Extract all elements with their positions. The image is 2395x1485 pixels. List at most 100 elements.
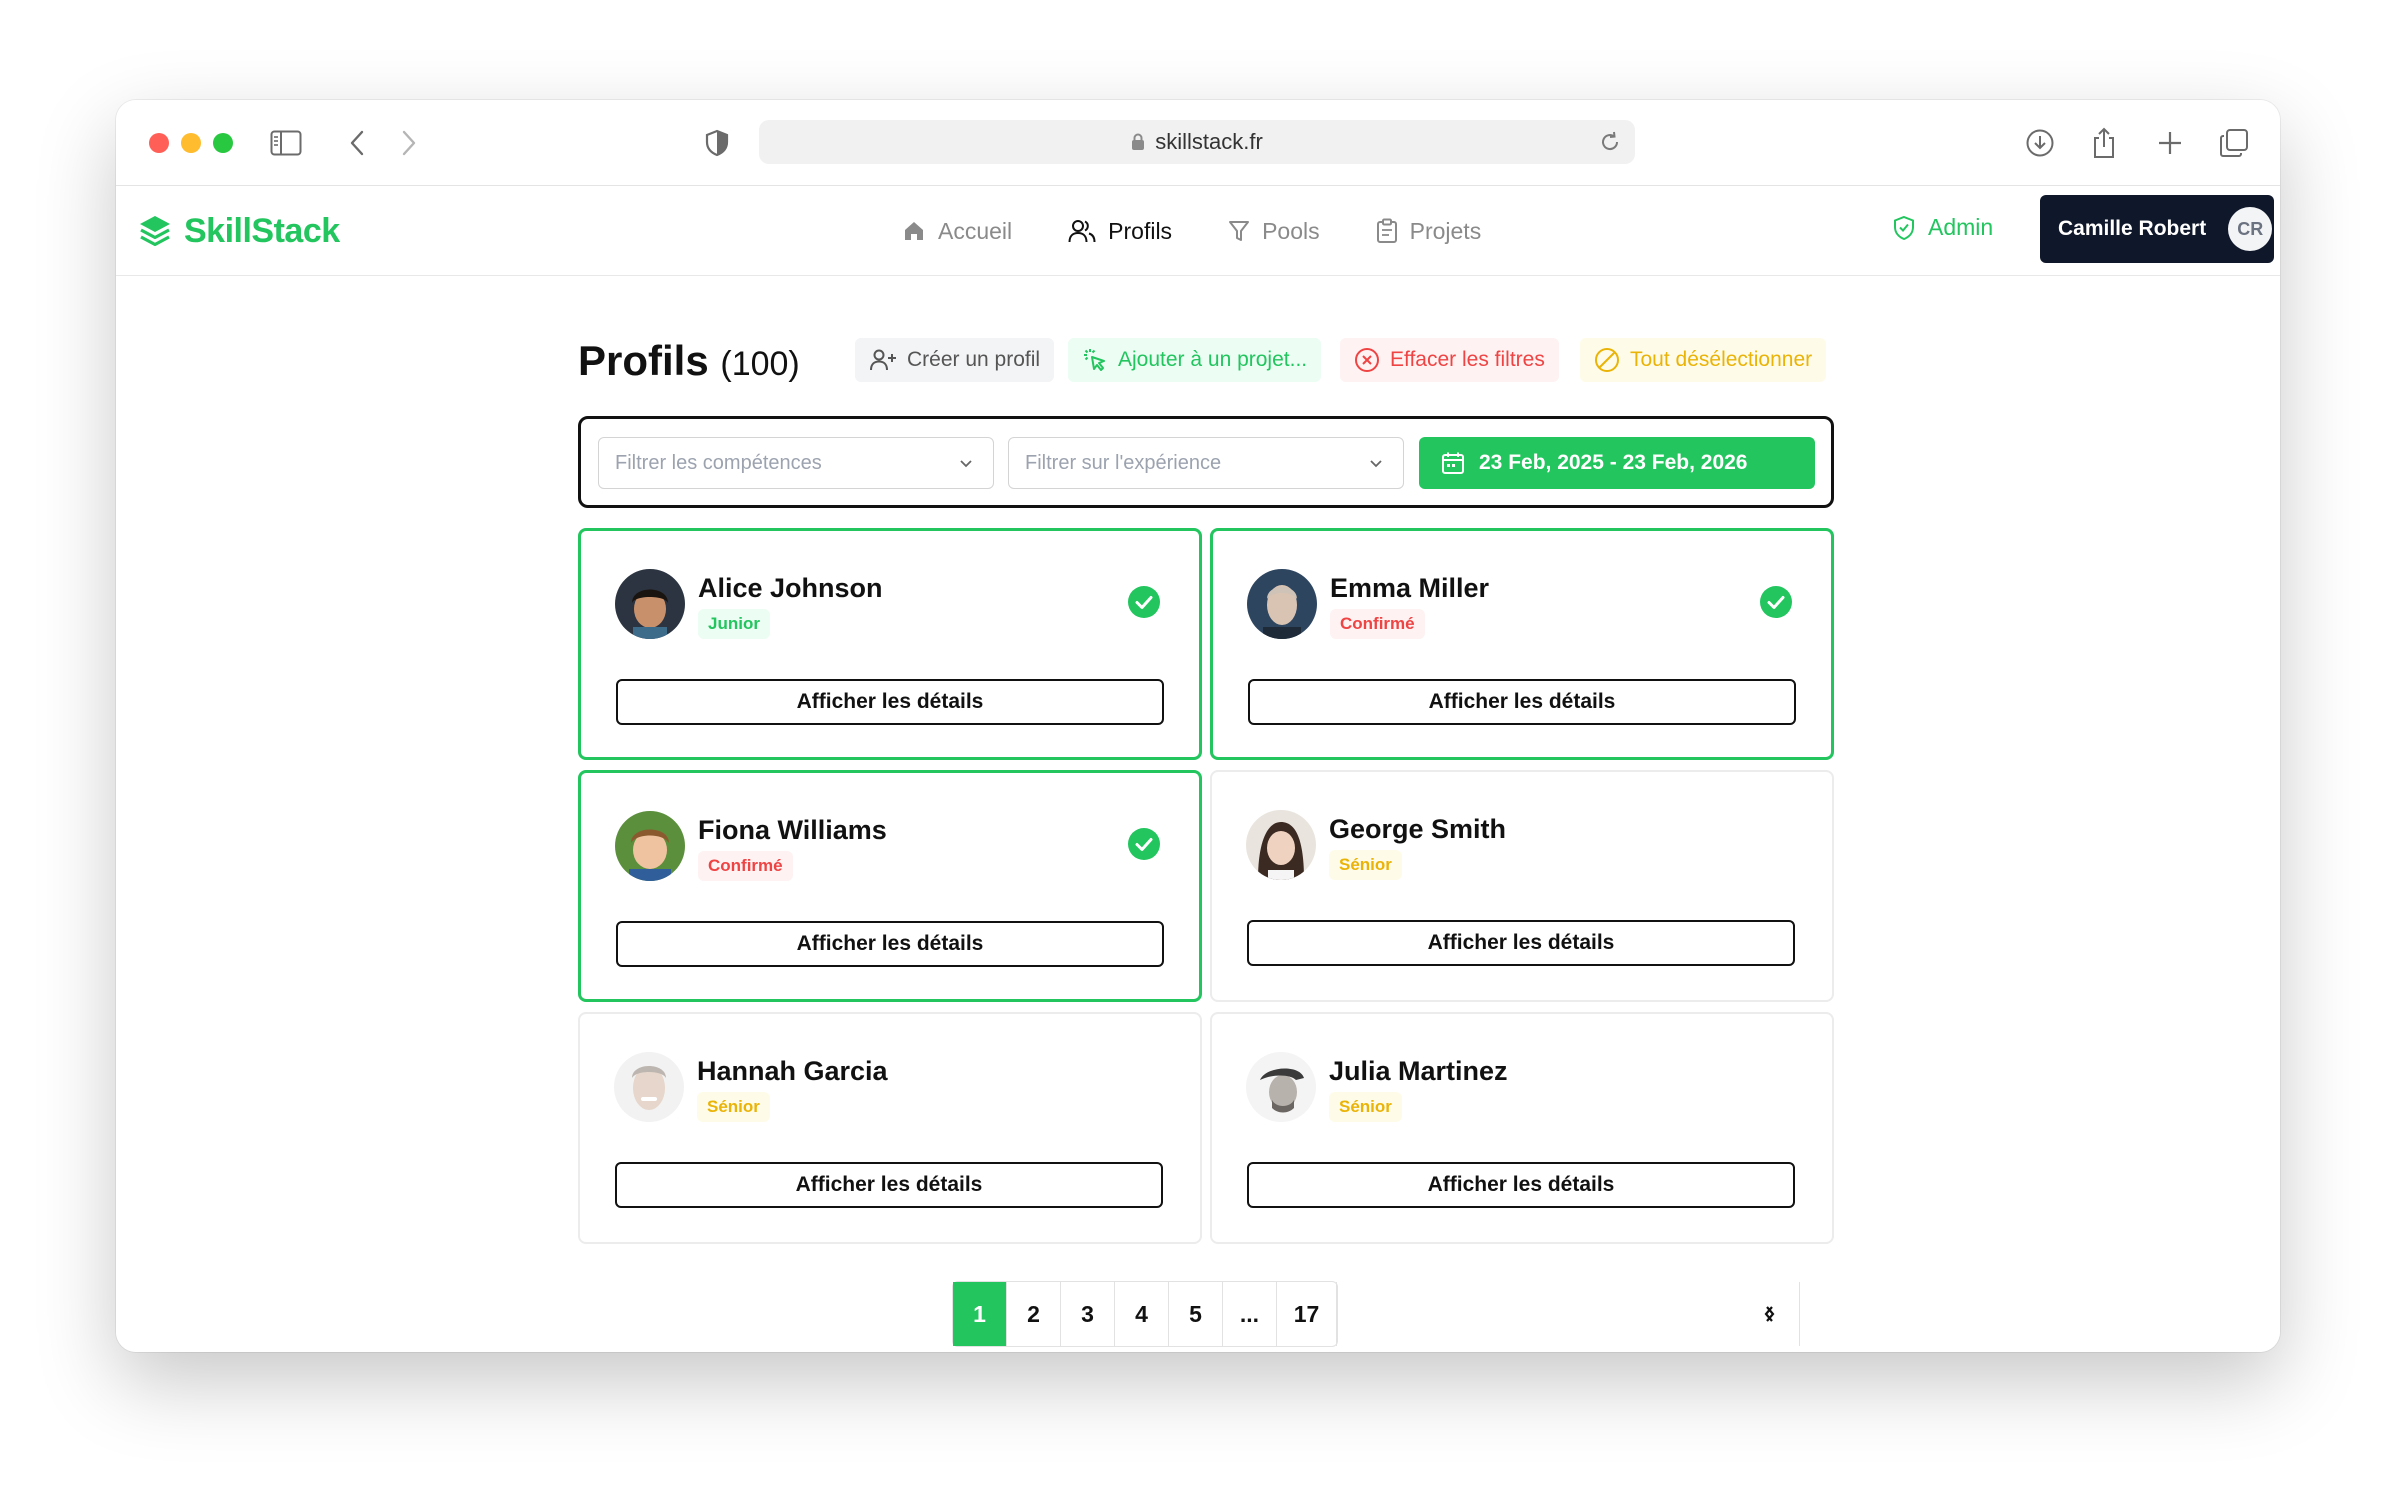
chevron-down-icon [1370, 460, 1382, 468]
url-text: skillstack.fr [1155, 129, 1263, 154]
show-details-button[interactable]: Afficher les détails [616, 921, 1164, 967]
show-details-button[interactable]: Afficher les détails [615, 1162, 1163, 1208]
reload-icon[interactable] [1599, 130, 1621, 154]
clipboard-icon [1376, 218, 1397, 243]
check-circle-icon[interactable] [1127, 585, 1161, 619]
forward-icon[interactable] [394, 122, 424, 164]
profile-name: Hannah Garcia [697, 1056, 888, 1086]
profile-card[interactable]: Emma Miller Confirmé Afficher les détail… [1210, 528, 1834, 760]
page-button[interactable]: 17 [1277, 1282, 1337, 1346]
x-circle-icon [1355, 348, 1379, 372]
nav-item-pools[interactable]: Pools [1228, 218, 1320, 245]
profile-card[interactable]: Hannah Garcia Sénior Afficher les détail… [578, 1012, 1202, 1244]
pagination: 1 2 3 4 5 ... 17 [952, 1281, 1800, 1347]
page-button[interactable]: 1 [953, 1282, 1007, 1346]
show-details-button[interactable]: Afficher les détails [1248, 679, 1796, 725]
filter-bar: Filtrer les compétences Filtrer sur l'ex… [578, 416, 1834, 508]
check-circle-icon[interactable] [1759, 585, 1793, 619]
nav-label: Accueil [938, 217, 1013, 244]
nav-item-accueil[interactable]: Accueil [902, 218, 1012, 245]
deselect-all-button[interactable]: Tout désélectionner [1580, 338, 1827, 382]
browser-window: skillstack.fr SkillStack Accueil Profils… [116, 100, 2280, 1352]
skills-filter-select[interactable]: Filtrer les compétences [598, 437, 994, 489]
calendar-icon [1442, 452, 1464, 474]
brand-name: SkillStack [184, 212, 340, 250]
cursor-click-icon [1084, 349, 1105, 371]
brand-logo[interactable]: SkillStack [138, 212, 340, 251]
chevron-down-icon [960, 460, 972, 468]
app-header: SkillStack Accueil Profils Pools Projets [116, 186, 2280, 276]
page-ellipsis: ... [1223, 1282, 1277, 1346]
skills-filter-placeholder: Filtrer les compétences [615, 451, 822, 474]
nav-item-projets[interactable]: Projets [1376, 217, 1482, 245]
ban-icon [1595, 348, 1619, 372]
clear-filters-button[interactable]: Effacer les filtres [1340, 338, 1559, 382]
share-icon[interactable] [2086, 122, 2122, 164]
tab-overview-icon[interactable] [2216, 122, 2252, 164]
back-icon[interactable] [342, 122, 372, 164]
nav-item-profils[interactable]: Profils [1068, 218, 1172, 245]
experience-filter-placeholder: Filtrer sur l'expérience [1025, 451, 1222, 474]
profile-card[interactable]: Alice Johnson Junior Afficher les détail… [578, 528, 1202, 760]
page-button[interactable]: 3 [1061, 1282, 1115, 1346]
users-icon [1068, 220, 1096, 243]
level-badge: Junior [698, 609, 770, 639]
main-nav: Accueil Profils Pools Projets [902, 186, 1537, 276]
nav-label: Profils [1108, 217, 1173, 244]
profile-name: George Smith [1329, 814, 1507, 844]
create-profile-label: Créer un profil [907, 348, 1041, 371]
create-profile-button[interactable]: Créer un profil [855, 338, 1055, 382]
profile-name: Alice Johnson [698, 573, 883, 603]
date-range-label: 23 Feb, 2025 - 23 Feb, 2026 [1479, 451, 1748, 474]
next-page-button[interactable] [1739, 1282, 1800, 1346]
home-icon [905, 222, 923, 240]
check-circle-icon[interactable] [1127, 827, 1161, 861]
profile-name: Fiona Williams [698, 815, 887, 845]
avatar [615, 569, 685, 639]
page-button[interactable]: 4 [1115, 1282, 1169, 1346]
page-button[interactable]: 2 [1007, 1282, 1061, 1346]
user-name: Camille Robert [2058, 217, 2207, 240]
profile-name: Julia Martinez [1329, 1056, 1508, 1086]
new-tab-icon[interactable] [2152, 122, 2188, 164]
user-menu-button[interactable]: Camille Robert CR [2040, 195, 2274, 263]
close-window-button[interactable] [149, 133, 169, 153]
admin-label: Admin [1928, 214, 1994, 240]
profile-card[interactable]: Fiona Williams Confirmé Afficher les dét… [578, 770, 1202, 1002]
profile-card[interactable]: George Smith Sénior Afficher les détails [1210, 770, 1834, 1002]
nav-label: Projets [1409, 217, 1482, 244]
clear-filters-label: Effacer les filtres [1390, 348, 1545, 371]
level-badge: Sénior [1329, 850, 1402, 880]
experience-filter-select[interactable]: Filtrer sur l'expérience [1008, 437, 1404, 489]
deselect-all-label: Tout désélectionner [1630, 348, 1813, 371]
lock-icon [1132, 133, 1145, 150]
show-details-button[interactable]: Afficher les détails [616, 679, 1164, 725]
user-plus-icon [870, 349, 896, 371]
add-to-project-label: Ajouter à un projet... [1118, 348, 1308, 371]
profile-name: Emma Miller [1330, 573, 1490, 603]
admin-link[interactable]: Admin [1892, 214, 1993, 241]
show-details-button[interactable]: Afficher les détails [1247, 1162, 1795, 1208]
add-to-project-button[interactable]: Ajouter à un projet... [1068, 338, 1322, 382]
minimize-window-button[interactable] [181, 133, 201, 153]
address-bar[interactable]: skillstack.fr [759, 120, 1635, 164]
privacy-shield-icon[interactable] [702, 122, 732, 164]
downloads-icon[interactable] [2022, 122, 2058, 164]
date-range-picker[interactable]: 23 Feb, 2025 - 23 Feb, 2026 [1419, 437, 1815, 489]
level-badge: Sénior [1329, 1092, 1402, 1122]
profile-card[interactable]: Julia Martinez Sénior Afficher les détai… [1210, 1012, 1834, 1244]
show-details-button[interactable]: Afficher les détails [1247, 920, 1795, 966]
main-content: Profils (100) Créer un profil Ajouter à … [116, 277, 2280, 1352]
zoom-window-button[interactable] [213, 133, 233, 153]
page-title-text: Profils [578, 337, 709, 384]
filter-icon [1229, 221, 1250, 241]
avatar [1246, 810, 1316, 880]
page-title: Profils (100) [578, 337, 800, 385]
page-button[interactable]: 5 [1169, 1282, 1223, 1346]
avatar: CR [2228, 207, 2273, 251]
nav-label: Pools [1262, 217, 1320, 244]
level-badge: Sénior [697, 1092, 770, 1122]
browser-titlebar: skillstack.fr [116, 100, 2280, 186]
sidebar-toggle-icon[interactable] [266, 122, 306, 164]
layers-icon [140, 215, 170, 246]
